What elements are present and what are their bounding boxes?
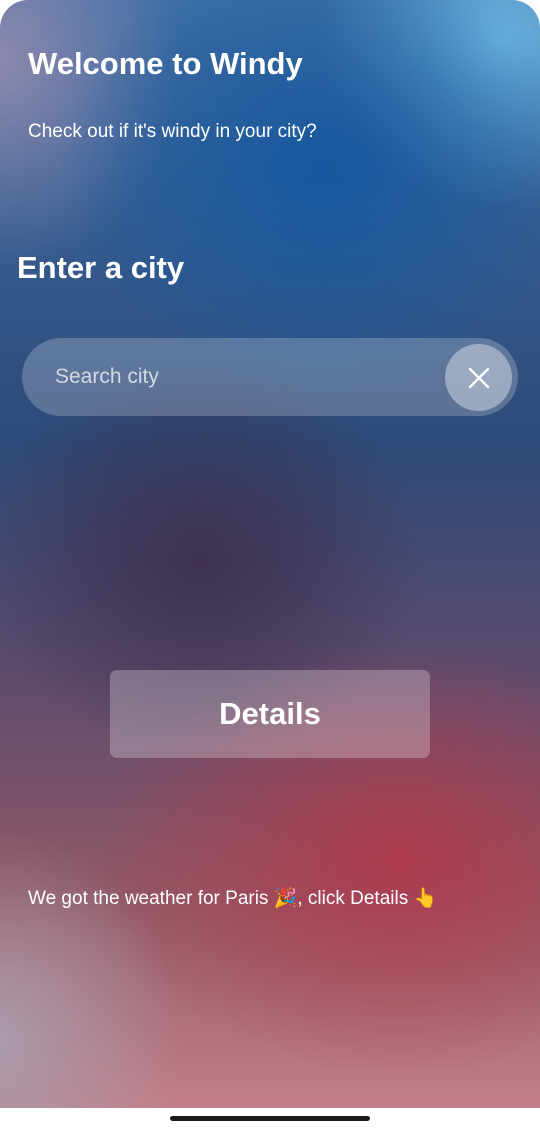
clear-search-button[interactable] (445, 344, 512, 411)
status-message: We got the weather for Paris 🎉, click De… (28, 888, 438, 909)
close-icon (468, 367, 489, 388)
search-bar (22, 338, 518, 416)
page-title: Welcome to Windy (28, 46, 303, 81)
home-indicator[interactable] (170, 1116, 370, 1121)
app-screen: Welcome to Windy Check out if it's windy… (0, 0, 540, 1108)
page-subtitle: Check out if it's windy in your city? (28, 121, 317, 142)
details-button[interactable]: Details (110, 670, 430, 758)
city-heading: Enter a city (17, 250, 185, 285)
search-input[interactable] (22, 338, 432, 416)
